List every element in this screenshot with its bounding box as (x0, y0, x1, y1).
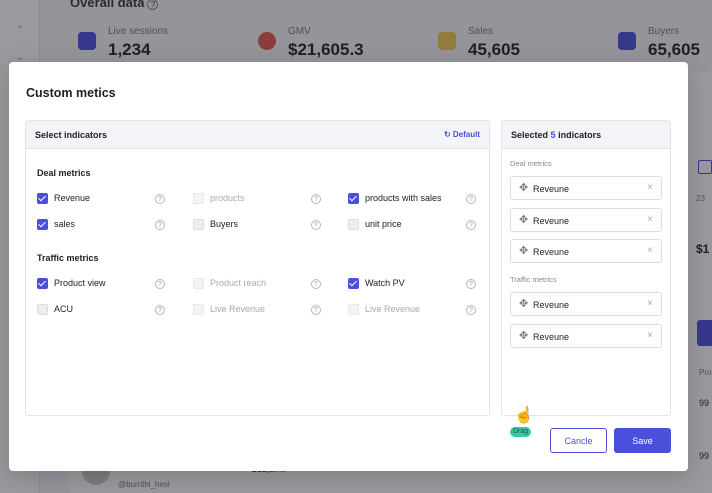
selected-chip[interactable]: ✥ Reveune × (510, 176, 662, 200)
option-acu[interactable]: ACU (37, 303, 157, 317)
drag-hint: Drag (510, 427, 532, 437)
selected-count: 5 (550, 130, 556, 140)
close-icon[interactable]: × (647, 330, 653, 341)
drag-handle-icon[interactable]: ✥ (519, 331, 528, 342)
help-icon[interactable]: ? (155, 194, 165, 204)
panel-header: Select indicators ↻ Default (26, 121, 489, 149)
option-live-revenue: Live Revenue (348, 303, 468, 317)
close-icon[interactable]: × (647, 182, 653, 193)
chip-label: Reveune (533, 216, 570, 226)
group-subtitle: Traffic metrics (510, 275, 557, 284)
group-title: Deal metrics (37, 168, 91, 178)
option-label: Buyers (210, 219, 239, 229)
close-icon[interactable]: × (647, 214, 653, 225)
selected-chip[interactable]: ✥ Reveune × (510, 208, 662, 232)
option-buyers[interactable]: Buyers (193, 218, 313, 232)
selected-indicators-panel: Selected 5 indicators Deal metrics ✥ Reve… (501, 120, 671, 416)
help-icon[interactable]: ? (155, 305, 165, 315)
checkbox[interactable] (348, 193, 359, 204)
help-icon[interactable]: ? (155, 220, 165, 230)
default-label: Default (452, 130, 480, 139)
drag-handle-icon[interactable]: ✥ (519, 246, 528, 257)
help-icon[interactable]: ? (155, 279, 165, 289)
drag-handle-icon[interactable]: ✥ (519, 299, 528, 310)
checkbox (193, 193, 204, 204)
close-icon[interactable]: × (647, 298, 653, 309)
checkbox (193, 278, 204, 289)
help-icon[interactable]: ? (466, 220, 476, 230)
option-label: products (210, 193, 245, 203)
option-label: Revenue (54, 193, 91, 203)
option-live-revenue: Live Revenue (193, 303, 313, 317)
selected-chip[interactable]: ✥ Reveune × (510, 292, 662, 316)
help-icon[interactable]: ? (466, 279, 476, 289)
close-icon[interactable]: × (647, 245, 653, 256)
checkbox[interactable] (37, 219, 48, 230)
option-unit-price[interactable]: unit price (348, 218, 468, 232)
select-indicators-panel: Select indicators ↻ Default Deal metrics… (25, 120, 490, 416)
help-icon[interactable]: ? (311, 305, 321, 315)
option-label: Product view (54, 278, 106, 288)
option-products: products (193, 192, 313, 206)
help-icon[interactable]: ? (311, 220, 321, 230)
help-icon[interactable]: ? (466, 194, 476, 204)
checkbox[interactable] (348, 219, 359, 230)
panel-header: Selected 5 indicators (502, 121, 670, 149)
option-products-with-sales[interactable]: products with sales (348, 192, 468, 206)
option-label: sales (54, 219, 76, 229)
drag-handle-icon[interactable]: ✥ (519, 215, 528, 226)
option-label: Watch PV (365, 278, 405, 288)
checkbox[interactable] (193, 219, 204, 230)
option-label: Product reach (210, 278, 267, 288)
option-revenue[interactable]: Revenue (37, 192, 157, 206)
chip-label: Reveune (533, 184, 570, 194)
panel-title: Select indicators (35, 130, 108, 140)
chip-label: Reveune (533, 332, 570, 342)
option-label: unit price (365, 219, 402, 229)
chip-label: Reveune (533, 300, 570, 310)
option-watch-pv[interactable]: Watch PV (348, 277, 468, 291)
custom-metrics-modal: Custom metics Select indicators ↻ Defaul… (9, 62, 688, 471)
option-product-reach: Product reach (193, 277, 313, 291)
checkbox (193, 304, 204, 315)
help-icon[interactable]: ? (311, 194, 321, 204)
option-label: Live Revenue (365, 304, 421, 314)
panel-title: Selected 5 indicators (511, 130, 602, 140)
option-sales[interactable]: sales (37, 218, 157, 232)
save-button[interactable]: Save (614, 428, 671, 453)
option-product-view[interactable]: Product view (37, 277, 157, 291)
checkbox[interactable] (37, 304, 48, 315)
option-label: ACU (54, 304, 74, 314)
hand-cursor-icon: ☝ (514, 407, 534, 424)
chip-label: Reveune (533, 247, 570, 257)
selected-chip[interactable]: ✥ Reveune × (510, 239, 662, 263)
help-icon[interactable]: ? (466, 305, 476, 315)
checkbox[interactable] (348, 278, 359, 289)
default-button[interactable]: ↻ Default (444, 130, 480, 139)
group-title: Traffic metrics (37, 253, 99, 263)
selected-chip[interactable]: ✥ Reveune × (510, 324, 662, 348)
checkbox[interactable] (37, 278, 48, 289)
option-label: products with sales (365, 193, 442, 203)
checkbox (348, 304, 359, 315)
help-icon[interactable]: ? (311, 279, 321, 289)
drag-handle-icon[interactable]: ✥ (519, 183, 528, 194)
checkbox[interactable] (37, 193, 48, 204)
cancel-button[interactable]: Cancle (550, 428, 607, 453)
option-label: Live Revenue (210, 304, 266, 314)
modal-title: Custom metics (26, 86, 116, 100)
refresh-icon: ↻ (443, 130, 451, 139)
group-subtitle: Deal metrics (510, 159, 552, 168)
